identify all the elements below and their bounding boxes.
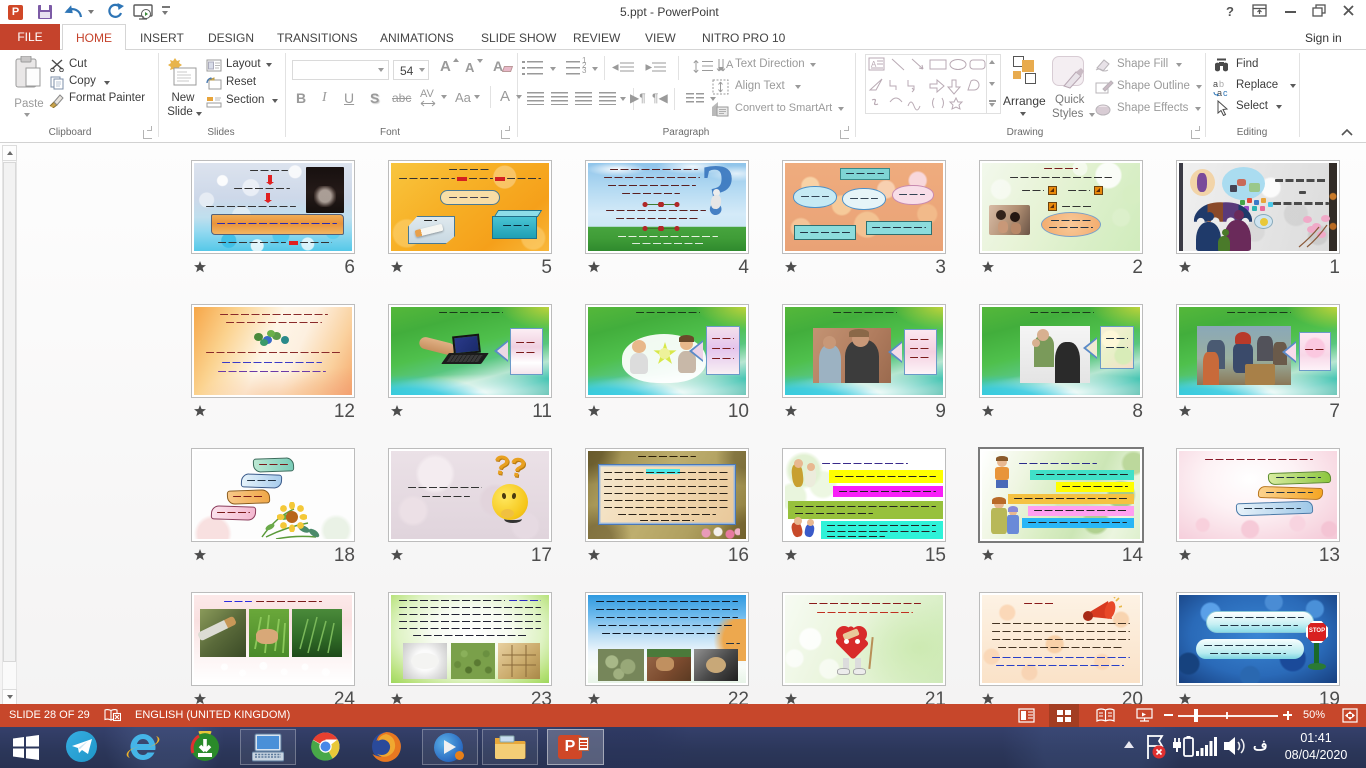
svg-text:c: c: [1223, 88, 1228, 97]
svg-text:A: A: [726, 59, 734, 71]
